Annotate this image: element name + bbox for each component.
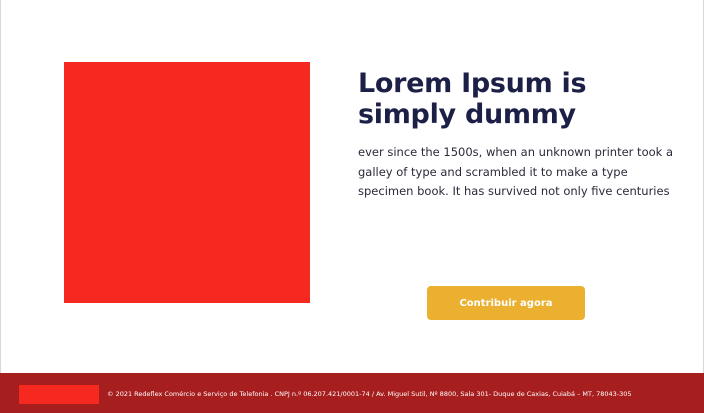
footer-logo[interactable] (19, 385, 99, 404)
footer-copyright: © 2021 Redeflex Comércio e Serviço de Te… (107, 390, 632, 398)
hero-title: Lorem Ipsum is simply dummy (358, 68, 587, 130)
hero-description: ever since the 1500s, when an unknown pr… (358, 145, 674, 198)
contribute-button[interactable]: Contribuir agora (427, 286, 585, 320)
page-border-left (0, 0, 1, 413)
hero-image (64, 62, 310, 303)
site-footer: © 2021 Redeflex Comércio e Serviço de Te… (0, 373, 704, 413)
